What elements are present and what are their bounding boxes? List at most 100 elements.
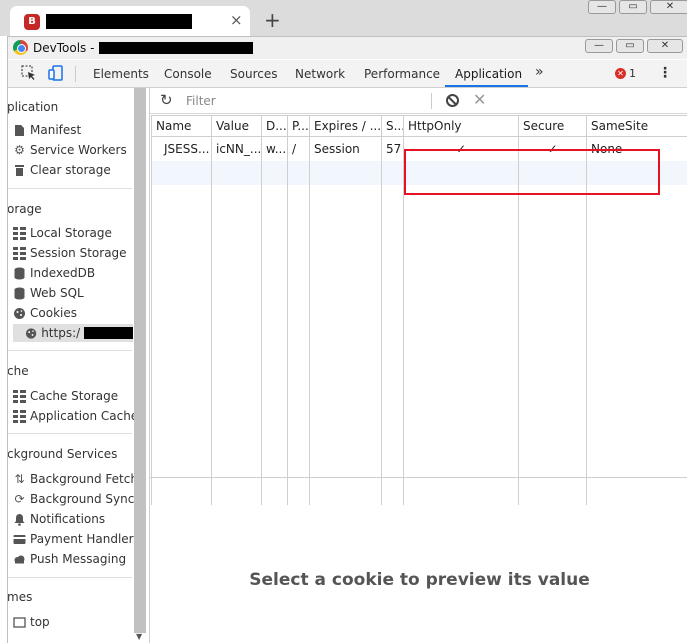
tab-application[interactable]: Application [455, 67, 522, 81]
devtools-window: DevTools - — ▭ ✕ Elements Console Source… [7, 36, 687, 643]
cookie-origin-label: https:/ [41, 326, 81, 340]
tab-network[interactable]: Network [295, 67, 345, 81]
minimize-button[interactable]: — [588, 0, 616, 14]
cell-domain: w... [261, 136, 288, 161]
application-sidebar: plication Manifest ⚙ Service Workers Cle… [8, 88, 148, 643]
bell-icon [14, 513, 25, 526]
sidebar-item-clear-storage[interactable]: Clear storage [13, 161, 111, 179]
more-tabs-icon[interactable]: » [535, 64, 544, 80]
column-header-secure[interactable]: Secure [518, 115, 587, 137]
cookie-icon [25, 327, 37, 339]
tab-elements[interactable]: Elements [93, 67, 149, 81]
cell-value: icNN_... [211, 136, 262, 161]
new-tab-button[interactable]: + [264, 10, 281, 30]
devtools-maximize-button[interactable]: ▭ [616, 39, 644, 53]
column-header-path[interactable]: P... [287, 115, 310, 137]
filter-input[interactable] [178, 92, 428, 110]
maximize-button[interactable]: ▭ [619, 0, 647, 14]
chrome-icon [13, 40, 28, 55]
sidebar-item-label: Push Messaging [30, 552, 127, 566]
sidebar-item-payment-handler[interactable]: Payment Handler [13, 530, 134, 548]
clear-all-icon[interactable] [446, 94, 459, 107]
devtools-close-button[interactable]: ✕ [647, 39, 683, 53]
sidebar-scrollbar[interactable] [134, 88, 146, 633]
grid-icon [13, 246, 26, 260]
customize-menu-icon[interactable]: ⋮ [658, 65, 672, 81]
sidebar-item-label: Background Fetch [30, 472, 138, 486]
sidebar-item-push-messaging[interactable]: Push Messaging [13, 550, 126, 568]
sidebar-item-manifest[interactable]: Manifest [13, 121, 81, 139]
cookie-icon [14, 307, 25, 319]
favicon-icon: B [24, 14, 40, 30]
device-toolbar-icon[interactable] [48, 65, 64, 81]
frame-icon [13, 616, 26, 628]
sidebar-item-label: Notifications [30, 512, 106, 526]
column-header-size[interactable]: S... [381, 115, 404, 137]
scroll-down-arrow-icon[interactable]: ▼ [136, 632, 142, 641]
tab-console[interactable]: Console [164, 67, 212, 81]
cookie-origin-redacted [84, 327, 133, 339]
table-row[interactable]: JSESS... icNN_... w... / Session 57 ✓ ✓ … [151, 136, 687, 161]
close-window-button[interactable]: ✕ [650, 0, 687, 14]
sidebar-item-background-sync[interactable]: ⟳ Background Sync [13, 490, 134, 508]
devtools-title: DevTools - [33, 41, 95, 55]
sidebar-item-label: Application Cache [30, 409, 139, 423]
sidebar-item-local-storage[interactable]: Local Storage [13, 224, 112, 242]
sidebar-item-label: Web SQL [30, 286, 84, 300]
sidebar-divider [8, 188, 132, 189]
sidebar-item-web-sql[interactable]: Web SQL [13, 284, 84, 302]
sidebar-item-service-workers[interactable]: ⚙ Service Workers [13, 141, 127, 159]
column-header-samesite[interactable]: SameSite [586, 115, 687, 137]
sidebar-item-application-cache[interactable]: Application Cache [13, 407, 138, 425]
sidebar-item-cookies[interactable]: Cookies [13, 304, 77, 322]
error-icon[interactable]: ✕ [615, 68, 626, 79]
cell-path: / [287, 136, 310, 161]
empty-table-row [151, 160, 687, 185]
column-header-httponly[interactable]: HttpOnly [403, 115, 519, 137]
sidebar-divider [8, 577, 132, 578]
cell-samesite: None [586, 136, 687, 161]
sidebar-item-indexeddb[interactable]: IndexedDB [13, 264, 95, 282]
sidebar-item-background-fetch[interactable]: ⇅ Background Fetch [13, 470, 138, 488]
table-header-row: Name Value D... P... Expires / ... S... … [151, 115, 687, 137]
sync-icon: ⟳ [14, 491, 25, 506]
sidebar-item-label: Payment Handler [30, 532, 134, 546]
grid-icon [13, 226, 26, 240]
gear-icon: ⚙ [14, 142, 25, 157]
tab-close-icon[interactable]: × [230, 11, 243, 29]
cell-name: JSESS... [151, 136, 212, 161]
database-icon [14, 287, 25, 299]
cell-expires: Session [309, 136, 382, 161]
database-icon [14, 267, 25, 279]
browser-tab[interactable]: B × [10, 6, 250, 36]
document-icon [15, 124, 24, 136]
column-header-value[interactable]: Value [211, 115, 262, 137]
delete-selected-icon[interactable]: ✕ [473, 90, 486, 109]
sidebar-item-session-storage[interactable]: Session Storage [13, 244, 127, 262]
sidebar-item-frame-top[interactable]: top [13, 613, 50, 631]
column-header-domain[interactable]: D... [261, 115, 288, 137]
cell-secure-check: ✓ [518, 136, 587, 161]
error-count[interactable]: 1 [629, 67, 636, 80]
inspect-element-icon[interactable] [21, 65, 37, 81]
column-header-expires[interactable]: Expires / ... [309, 115, 382, 137]
browser-window-controls: — ▭ ✕ [588, 0, 687, 14]
sidebar-item-label: IndexedDB [30, 266, 96, 280]
sidebar-item-cache-storage[interactable]: Cache Storage [13, 387, 118, 405]
devtools-minimize-button[interactable]: — [585, 39, 613, 53]
tab-sources[interactable]: Sources [230, 67, 277, 81]
browser-tab-strip: B × + — ▭ ✕ [0, 0, 687, 36]
grid-icon [13, 389, 26, 403]
cookie-preview-message: Select a cookie to preview its value [249, 570, 590, 590]
refresh-icon[interactable]: ↻ [160, 91, 173, 109]
sidebar-item-cookie-origin[interactable]: https:/ [13, 324, 133, 342]
table-bottom-border [150, 477, 687, 478]
filter-toolbar: ↻ ✕ [150, 88, 687, 114]
sidebar-divider [8, 350, 132, 351]
devtools-toolbar: Elements Console Sources Network Perform… [8, 60, 687, 88]
column-header-name[interactable]: Name [151, 115, 212, 137]
sidebar-item-notifications[interactable]: Notifications [13, 510, 105, 528]
devtools-titlebar: DevTools - — ▭ ✕ [8, 37, 687, 59]
sidebar-item-label: Cookies [30, 306, 77, 320]
tab-performance[interactable]: Performance [364, 67, 440, 81]
